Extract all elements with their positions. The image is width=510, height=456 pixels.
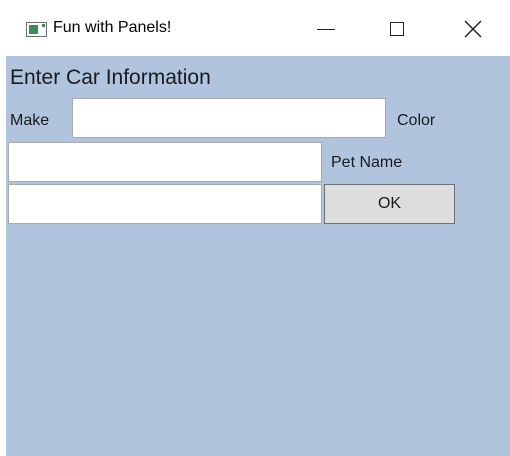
maximize-icon [390,22,404,36]
title-bar[interactable]: Fun with Panels! [6,0,510,56]
pet-name-label: Pet Name [331,154,403,171]
make-label: Make [10,112,50,129]
color-input[interactable] [8,142,322,182]
minimize-icon [317,29,335,30]
color-label: Color [397,112,436,129]
close-button[interactable] [450,12,496,48]
pet-name-input[interactable] [8,184,322,224]
maximize-button[interactable] [374,12,420,48]
app-window-icon[interactable] [26,22,47,37]
close-icon [464,20,482,38]
panel-client-area: Enter Car Information Make Color Pet Nam… [6,56,510,456]
app-window: Fun with Panels! Enter Car Information M… [6,0,510,456]
make-input[interactable] [72,98,386,138]
form-heading: Enter Car Information [10,66,211,89]
window-title: Fun with Panels! [53,19,172,36]
ok-button[interactable]: OK [324,184,455,224]
minimize-button[interactable] [302,12,348,48]
